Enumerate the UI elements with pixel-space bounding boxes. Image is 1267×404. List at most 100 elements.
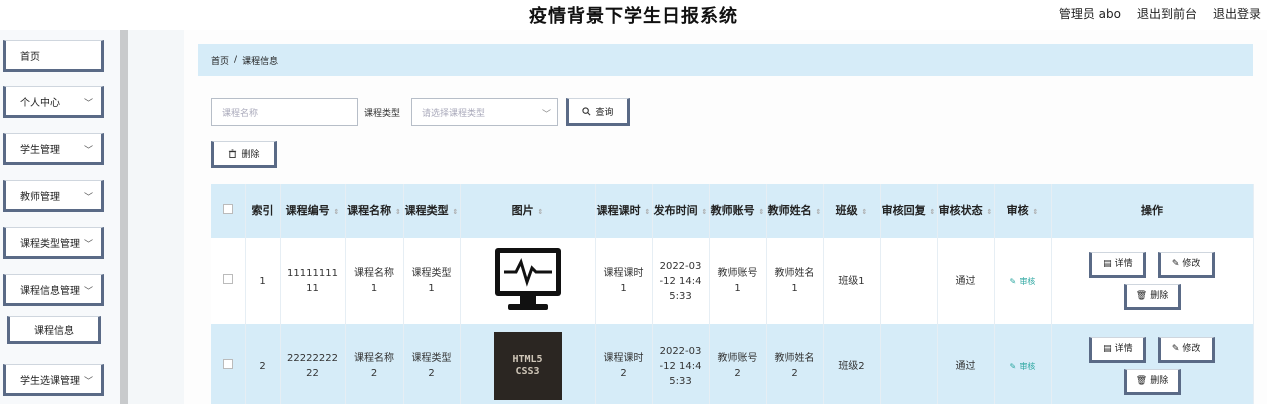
column-header[interactable]: 审核状态 ⇕ [937, 184, 995, 238]
cell-index: 2 [245, 324, 281, 404]
column-header[interactable]: 课程类型 ⇕ [403, 184, 461, 238]
sidebar-item-home[interactable]: 首页 [3, 40, 104, 72]
table-row: 1 1111111111 课程名称1 课程类型1 课程课时1 2022-03-1… [211, 238, 1254, 324]
query-button[interactable]: 查询 [566, 98, 630, 126]
select-all-checkbox[interactable] [222, 204, 233, 214]
course-name-input[interactable]: 课程名称 [211, 98, 358, 126]
column-header[interactable]: 审核回复 ⇕ [880, 184, 938, 238]
edit-button[interactable]: ✎ 修改 [1157, 252, 1215, 278]
cell-actions: ▤ 详情 ✎ 修改 🗑 删除 [1051, 324, 1254, 404]
sort-icon: ⇕ [758, 207, 765, 216]
sidebar-item-course-selection-management[interactable]: 学生选课管理 ﹀ [3, 364, 104, 396]
delete-button[interactable]: 🗑 删除 [1123, 369, 1181, 395]
table-header-row: 索引 课程编号 ⇕ 课程名称 ⇕ 课程类型 ⇕ 图片 ⇕ 课程课时 ⇕ 发布时间… [211, 184, 1254, 238]
edit-icon: ✎ [1171, 258, 1180, 269]
sort-icon: ⇕ [394, 207, 401, 216]
breadcrumb-separator: / [234, 55, 238, 65]
audit-link[interactable]: 审核 [1019, 277, 1035, 286]
search-icon [582, 106, 591, 115]
cell-audit[interactable]: ✎ 审核 [994, 324, 1052, 404]
batch-delete-button[interactable]: 删除 [211, 141, 277, 168]
delete-button[interactable]: 🗑 删除 [1123, 284, 1181, 310]
sidebar-item-personal-center[interactable]: 个人中心 ﹀ [3, 86, 104, 118]
sort-icon: ⇕ [929, 207, 936, 216]
cell-hours: 课程课时1 [595, 238, 653, 324]
detail-button[interactable]: ▤ 详情 [1089, 337, 1147, 363]
chevron-down-icon: ﹀ [541, 110, 551, 120]
row-checkbox[interactable] [222, 273, 233, 284]
course-type-placeholder: 请选择课程类型 [422, 108, 486, 119]
trash-icon: 🗑 [1135, 290, 1148, 301]
detail-button[interactable]: ▤ 详情 [1089, 252, 1147, 278]
cell-reply [880, 238, 938, 324]
chevron-down-icon: ﹀ [83, 99, 93, 109]
document-icon: ▤ [1103, 258, 1112, 269]
monitor-icon [494, 247, 561, 310]
breadcrumb-current: 课程信息 [242, 56, 279, 67]
column-header[interactable]: 发布时间 ⇕ [652, 184, 710, 238]
course-type-select[interactable]: 请选择课程类型 ﹀ [411, 98, 558, 126]
document-icon: ▤ [1103, 343, 1112, 354]
cell-teacher-account: 教师账号2 [709, 324, 767, 404]
audit-link[interactable]: 审核 [1019, 362, 1035, 371]
chevron-down-icon: ﹀ [83, 146, 93, 156]
header-actions: 管理员 abo 退出到前台 退出登录 [1059, 5, 1261, 22]
column-header: 索引 [245, 184, 281, 238]
sidebar-item-label: 课程信息管理 [20, 285, 80, 297]
logout-link[interactable]: 退出登录 [1213, 5, 1261, 22]
cell-name: 课程名称1 [345, 238, 404, 324]
sidebar-item-course-info-management[interactable]: 课程信息管理 ﹀ [3, 274, 104, 306]
chevron-down-icon: ﹀ [83, 377, 93, 387]
sort-icon: ⇕ [815, 207, 822, 216]
table-row: 2 2222222222 课程名称2 课程类型2 HTML5 CSS3 课程课时… [211, 324, 1254, 404]
column-header[interactable]: 课程课时 ⇕ [595, 184, 653, 238]
chevron-down-icon: ﹀ [83, 287, 93, 297]
cell-image [460, 238, 596, 324]
sort-icon: ⇕ [333, 207, 340, 216]
sort-icon: ⇕ [701, 207, 708, 216]
cell-reply [880, 324, 938, 404]
query-button-label: 查询 [595, 107, 614, 118]
sidebar-scrollbar[interactable] [120, 30, 128, 404]
edit-icon: ✎ [1171, 343, 1180, 354]
column-header[interactable]: 课程名称 ⇕ [345, 184, 404, 238]
app-header: 疫情背景下学生日报系统 管理员 abo 退出到前台 退出登录 [0, 0, 1267, 30]
sort-icon: ⇕ [1032, 207, 1039, 216]
cell-time: 2022-03-12 14:45:33 [652, 238, 710, 324]
select-all-cell [211, 184, 246, 238]
column-header[interactable]: 课程编号 ⇕ [280, 184, 346, 238]
sidebar-item-label: 课程类型管理 [20, 238, 80, 250]
sidebar-item-course-type-management[interactable]: 课程类型管理 ﹀ [3, 227, 104, 259]
cell-class: 班级1 [823, 238, 881, 324]
edit-button[interactable]: ✎ 修改 [1157, 337, 1215, 363]
column-header[interactable]: 班级 ⇕ [823, 184, 881, 238]
column-header[interactable]: 教师账号 ⇕ [709, 184, 767, 238]
cell-name: 课程名称2 [345, 324, 404, 404]
cell-audit[interactable]: ✎ 审核 [994, 238, 1052, 324]
row-checkbox[interactable] [222, 358, 233, 369]
cell-status: 通过 [937, 324, 995, 404]
course-name-placeholder: 课程名称 [222, 108, 259, 119]
sidebar-subitem-course-info[interactable]: 课程信息 [7, 316, 101, 344]
column-header: 操作 [1051, 184, 1254, 238]
edit-icon: ✎ [1009, 276, 1017, 286]
column-header[interactable]: 审核 ⇕ [994, 184, 1052, 238]
sidebar-item-student-management[interactable]: 学生管理 ﹀ [3, 133, 104, 165]
trash-icon [229, 149, 237, 158]
sort-icon: ⇕ [537, 207, 544, 216]
sidebar-item-teacher-management[interactable]: 教师管理 ﹀ [3, 180, 104, 212]
breadcrumb-home[interactable]: 首页 [211, 54, 229, 67]
cell-type: 课程类型2 [403, 324, 461, 404]
cell-time: 2022-03-12 14:45:33 [652, 324, 710, 404]
cell-actions: ▤ 详情 ✎ 修改 🗑 删除 [1051, 238, 1254, 324]
sidebar-item-label: 个人中心 [20, 97, 60, 109]
column-header[interactable]: 教师姓名 ⇕ [766, 184, 824, 238]
column-header[interactable]: 图片 ⇕ [460, 184, 596, 238]
sort-icon: ⇕ [861, 207, 868, 216]
sidebar-item-label: 教师管理 [20, 191, 60, 203]
cell-type: 课程类型1 [403, 238, 461, 324]
front-link[interactable]: 退出到前台 [1137, 5, 1197, 22]
html5-css3-image: HTML5 CSS3 [493, 332, 562, 400]
cell-code: 1111111111 [280, 238, 346, 324]
cell-class: 班级2 [823, 324, 881, 404]
